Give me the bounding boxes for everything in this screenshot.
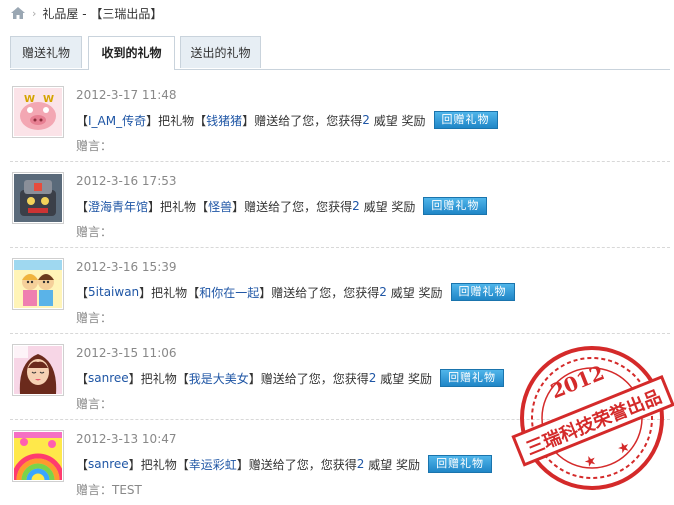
message-label: 赠言：	[76, 311, 113, 325]
list-item: W W 2012-3-17 11:48 【I_AM_传奇】把礼物【钱猪猪】赠送给…	[10, 76, 670, 162]
gift-image[interactable]	[12, 344, 64, 396]
list-item: 2012-3-16 15:39 【5itaiwan】把礼物【和你在一起】赠送给了…	[10, 248, 670, 334]
reply-gift-button[interactable]: 回赠礼物	[433, 111, 498, 129]
bracket-right: 】	[232, 199, 245, 214]
bracket-left: 【	[76, 285, 89, 300]
gift-time: 2012-3-16 15:39	[76, 260, 177, 274]
gift-prefix: 把礼物	[158, 113, 195, 128]
bracket-left: 【	[76, 371, 89, 386]
points-value: 2	[356, 457, 365, 471]
gift-description: 【sanree】把礼物【幸运彩虹】赠送给了您，您获得 2 威望 奖励 回赠礼物	[76, 455, 493, 473]
points-suffix: 威望 奖励	[368, 457, 421, 472]
gift-message: 赠言：TEST	[76, 481, 142, 498]
gift-suffix: 赠送给了您，您获得	[244, 199, 353, 214]
gift-message: 赠言：	[76, 309, 112, 326]
gift-suffix: 赠送给了您，您获得	[254, 113, 363, 128]
bracket-right: 】	[128, 457, 141, 472]
svg-text:W: W	[24, 94, 35, 105]
reply-gift-button[interactable]: 回赠礼物	[450, 283, 515, 301]
points-suffix: 威望 奖励	[363, 199, 416, 214]
gift-image[interactable]: W W	[12, 86, 64, 138]
gift-time: 2012-3-17 11:48	[76, 88, 177, 102]
gift-prefix: 把礼物	[160, 199, 197, 214]
points-value: 2	[352, 199, 360, 213]
message-label: 赠言：	[76, 225, 113, 239]
svg-text:W: W	[43, 94, 54, 105]
bracket-left: 【	[76, 113, 89, 128]
gift-time: 2012-3-15 11:06	[76, 346, 177, 360]
bracket-right: 】	[139, 285, 152, 300]
bracket-left: 【	[176, 371, 189, 386]
points-suffix: 威望 奖励	[380, 371, 433, 386]
message-label: 赠言：	[76, 397, 113, 411]
tab-sent-gifts[interactable]: 送出的礼物	[180, 36, 261, 68]
gift-image[interactable]	[12, 430, 64, 482]
bracket-left: 【	[176, 457, 189, 472]
list-item: 2012-3-16 17:53 【澄海青年馆】把礼物【怪兽】赠送给了您，您获得 2…	[10, 162, 670, 248]
sender-link[interactable]: 5itaiwan	[88, 285, 139, 299]
message-text: TEST	[112, 483, 142, 497]
gift-time: 2012-3-13 10:47	[76, 432, 177, 446]
gift-image[interactable]	[12, 258, 64, 310]
bracket-right: 】	[236, 457, 249, 472]
gift-message: 赠言：	[76, 137, 112, 154]
gift-description: 【5itaiwan】把礼物【和你在一起】赠送给了您，您获得 2 威望 奖励 回赠礼…	[76, 283, 515, 301]
points-value: 2	[362, 113, 370, 127]
bracket-left: 【	[76, 199, 89, 214]
tab-bar: 赠送礼物 收到的礼物 送出的礼物	[10, 36, 670, 70]
gift-link[interactable]: 钱猪猪	[206, 112, 242, 129]
tab-received-gifts[interactable]: 收到的礼物	[88, 36, 175, 70]
points-suffix: 威望 奖励	[373, 113, 426, 128]
stamp-year: 2012	[547, 360, 608, 403]
bracket-right: 】	[259, 285, 272, 300]
gift-prefix: 把礼物	[140, 371, 177, 386]
points-value: 2	[368, 371, 377, 385]
message-label: 赠言：	[76, 483, 113, 497]
bracket-left: 【	[196, 199, 209, 214]
gift-suffix: 赠送给了您，您获得	[271, 285, 380, 300]
gift-message: 赠言：	[76, 395, 112, 412]
points-suffix: 威望 奖励	[390, 285, 443, 300]
gift-time: 2012-3-16 17:53	[76, 174, 177, 188]
sender-link[interactable]: I_AM_传奇	[88, 112, 146, 129]
bracket-left: 【	[194, 113, 207, 128]
gift-link[interactable]: 我是大美女	[189, 370, 249, 387]
gift-description: 【I_AM_传奇】把礼物【钱猪猪】赠送给了您，您获得 2 威望 奖励 回赠礼物	[76, 111, 498, 129]
bracket-right: 】	[248, 371, 261, 386]
svg-text:★: ★	[615, 438, 633, 458]
gift-link[interactable]: 和你在一起	[199, 284, 259, 301]
gift-description: 【澄海青年馆】把礼物【怪兽】赠送给了您，您获得 2 威望 奖励 回赠礼物	[76, 197, 488, 215]
bracket-left: 【	[187, 285, 200, 300]
bracket-right: 】	[146, 113, 159, 128]
sender-link[interactable]: 澄海青年馆	[88, 198, 148, 215]
sender-link[interactable]: sanree	[88, 371, 129, 385]
gift-suffix: 赠送给了您，您获得	[260, 371, 369, 386]
sender-link[interactable]: sanree	[88, 457, 129, 471]
gift-prefix: 把礼物	[140, 457, 177, 472]
stamp-text: 三瑞科技荣誉出品	[523, 385, 665, 459]
gift-image[interactable]	[12, 172, 64, 224]
gift-suffix: 赠送给了您，您获得	[248, 457, 357, 472]
bracket-right: 】	[242, 113, 255, 128]
reply-gift-button[interactable]: 回赠礼物	[428, 455, 493, 473]
breadcrumb: › 礼品屋 - 【三瑞出品】	[10, 4, 162, 22]
message-label: 赠言：	[76, 139, 113, 153]
bracket-right: 】	[148, 199, 161, 214]
gift-message: 赠言：	[76, 223, 112, 240]
watermark-stamp: 2012 三瑞科技荣誉出品 ★ ★	[496, 340, 674, 498]
gift-description: 【sanree】把礼物【我是大美女】赠送给了您，您获得 2 威望 奖励 回赠礼物	[76, 369, 505, 387]
svg-text:★: ★	[582, 452, 600, 472]
gift-link[interactable]: 幸运彩虹	[189, 456, 237, 473]
bracket-left: 【	[76, 457, 89, 472]
gift-prefix: 把礼物	[151, 285, 188, 300]
tab-give-gift[interactable]: 赠送礼物	[10, 36, 82, 68]
reply-gift-button[interactable]: 回赠礼物	[423, 197, 488, 215]
breadcrumb-title: 礼品屋 - 【三瑞出品】	[42, 6, 163, 21]
gift-link[interactable]: 怪兽	[208, 198, 232, 215]
points-value: 2	[379, 285, 387, 299]
reply-gift-button[interactable]: 回赠礼物	[440, 369, 505, 387]
home-icon[interactable]	[10, 6, 26, 20]
breadcrumb-separator: ›	[32, 6, 37, 20]
bracket-right: 】	[128, 371, 141, 386]
